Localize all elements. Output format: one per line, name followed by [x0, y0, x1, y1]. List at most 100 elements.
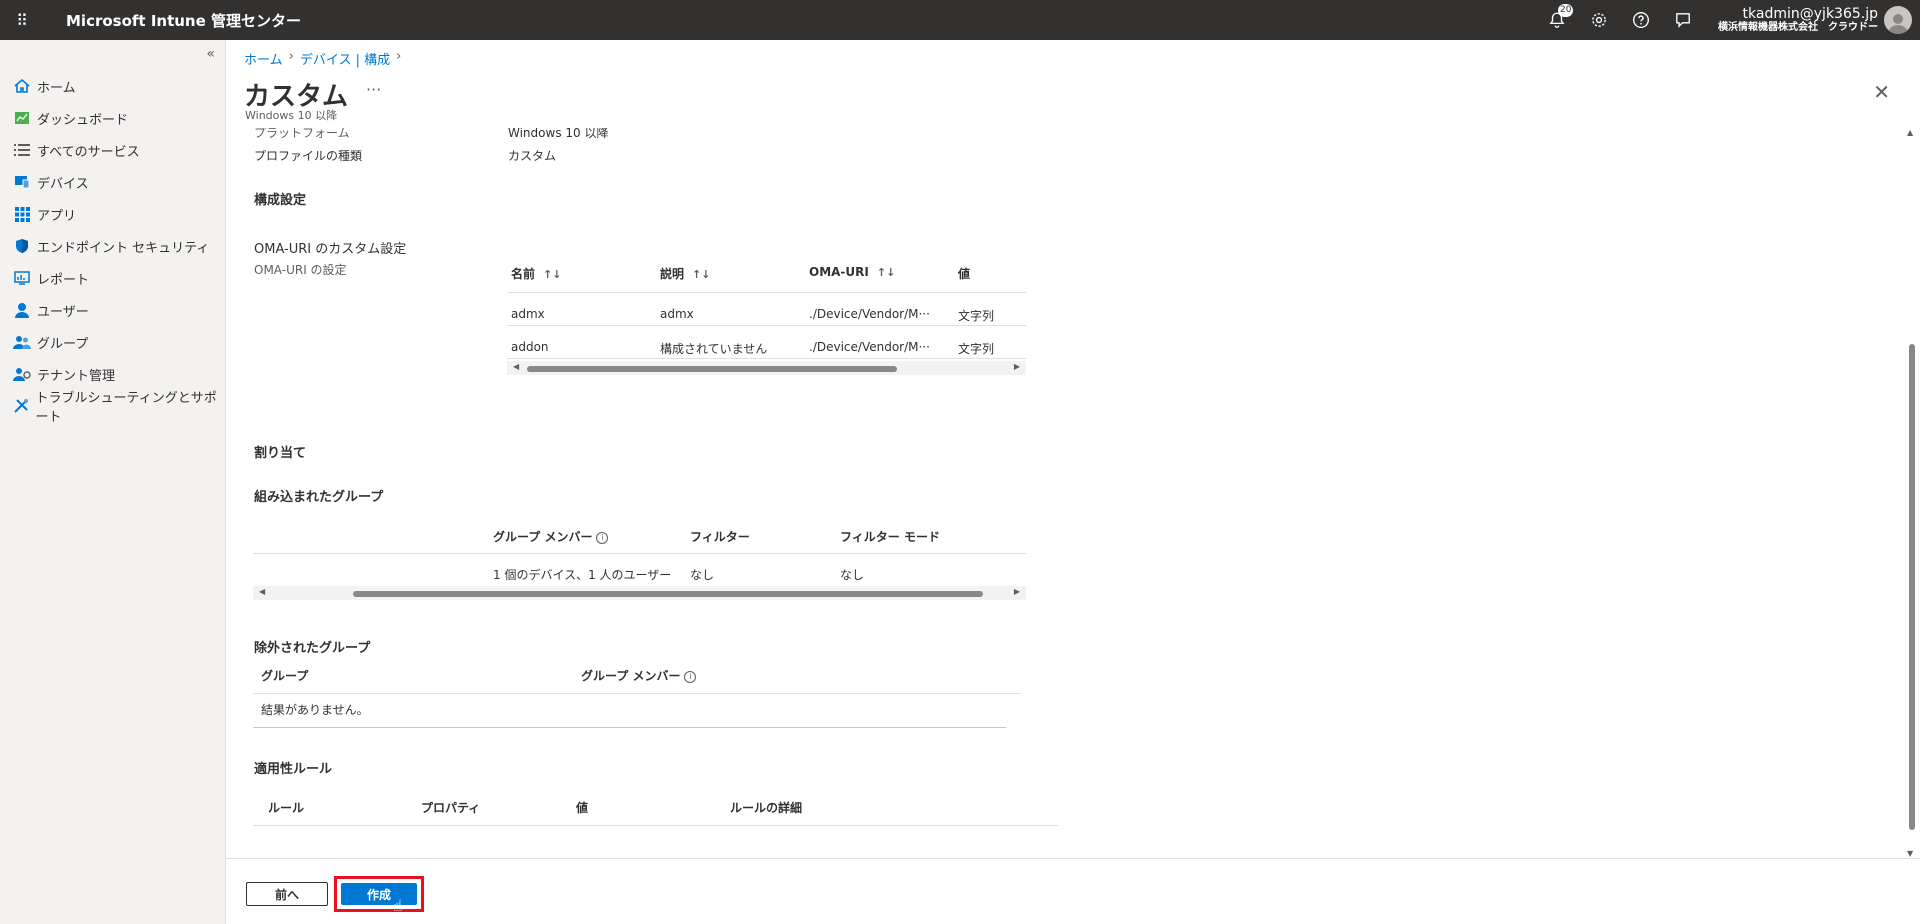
col-header-filter-mode: フィルター モード — [840, 530, 940, 544]
feedback-button[interactable] — [1662, 0, 1704, 40]
col-header-description[interactable]: 説明 ↑↓ — [660, 265, 710, 282]
oma-uri-heading: OMA-URI のカスタム設定 — [254, 242, 407, 257]
create-button-highlight: 作成 ☝ — [334, 876, 424, 915]
profile-type-value: カスタム — [508, 149, 557, 163]
col-header-group: グループ — [261, 669, 309, 683]
scroll-right-icon[interactable]: ▶ — [1014, 587, 1020, 596]
applicability-rules-heading: 適用性ルール — [254, 762, 333, 777]
assignments-heading: 割り当て — [254, 446, 307, 461]
col-header-oma-uri[interactable]: OMA-URI ↑↓ — [809, 265, 895, 279]
previous-button[interactable]: 前へ — [246, 882, 328, 906]
sidebar-item-home[interactable]: ホーム — [0, 70, 225, 102]
settings-button[interactable] — [1578, 0, 1620, 40]
included-groups-heading: 組み込まれたグループ — [254, 490, 384, 505]
oma-table-hscroll[interactable]: ◀ ▶ — [507, 361, 1026, 375]
group-icon — [13, 333, 31, 351]
scroll-thumb[interactable] — [527, 366, 897, 372]
review-content: プラットフォーム Windows 10 以降 プロファイルの種類 カスタム 構成… — [226, 128, 1900, 858]
sidebar-item-troubleshooting[interactable]: トラブルシューティングとサポート — [0, 390, 225, 425]
oma-row-2-description: 構成されていません — [660, 342, 768, 356]
col-header-property: プロパティ — [421, 801, 481, 815]
avatar[interactable] — [1884, 6, 1912, 34]
col-header-filter: フィルター — [690, 530, 750, 544]
included-group-members: 1 個のデバイス、1 人のユーザー — [493, 568, 672, 582]
col-header-excluded-members: グループ メンバー i — [581, 667, 697, 684]
list-icon — [13, 141, 31, 159]
col-header-value[interactable]: 値 — [958, 265, 970, 282]
scroll-left-icon[interactable]: ◀ — [513, 362, 519, 371]
breadcrumb-devices-config[interactable]: デバイス | 構成 — [300, 49, 390, 68]
sidebar-item-all-services[interactable]: すべてのサービス — [0, 134, 225, 166]
scroll-up-icon[interactable]: ▲ — [1907, 128, 1913, 137]
sidebar-item-apps[interactable]: アプリ — [0, 198, 225, 230]
row-divider — [507, 358, 1026, 359]
sidebar: « ホーム ダッシュボード すべてのサービス デバイス アプリ エンドポイント … — [0, 40, 226, 924]
close-button[interactable]: ✕ — [1873, 80, 1890, 104]
sidebar-item-label: エンドポイント セキュリティ — [37, 240, 210, 256]
sidebar-item-dashboard[interactable]: ダッシュボード — [0, 102, 225, 134]
account-org: 横浜情報機器株式会社 クラウドー — [1718, 22, 1878, 34]
col-header-group-members: グループ メンバー i — [493, 528, 609, 545]
col-header-rule: ルール — [268, 801, 305, 815]
create-button[interactable]: 作成 — [341, 883, 417, 905]
sidebar-item-endpoint-security[interactable]: エンドポイント セキュリティ — [0, 230, 225, 262]
notifications-button[interactable]: 20 — [1536, 0, 1578, 40]
collapse-sidebar-button[interactable]: « — [206, 46, 215, 62]
sort-icon: ↑↓ — [543, 268, 562, 281]
wizard-footer: 前へ 作成 ☝ — [226, 858, 1920, 924]
account-info[interactable]: tkadmin@yjk365.jp 横浜情報機器株式会社 クラウドー — [1718, 6, 1878, 34]
scroll-thumb[interactable] — [1909, 344, 1915, 830]
col-header-rule-details: ルールの詳細 — [730, 801, 803, 815]
col-header-name[interactable]: 名前 ↑↓ — [511, 265, 561, 282]
main-pane: ホーム › デバイス | 構成 › カスタム ··· Windows 10 以降… — [226, 40, 1920, 924]
gear-icon — [1592, 13, 1606, 27]
row-divider — [507, 292, 1026, 293]
row-divider — [253, 693, 1021, 694]
scroll-down-icon[interactable]: ▼ — [1907, 849, 1913, 858]
oma-uri-settings-label: OMA-URI の設定 — [254, 263, 347, 277]
help-button[interactable] — [1620, 0, 1662, 40]
included-filter: なし — [690, 568, 715, 582]
sort-icon: ↑↓ — [876, 266, 896, 279]
scroll-left-icon[interactable]: ◀ — [259, 587, 265, 596]
sidebar-item-label: ホーム — [37, 80, 76, 96]
oma-row-1-name: admx — [511, 307, 545, 321]
sidebar-item-tenant-admin[interactable]: テナント管理 — [0, 358, 225, 390]
sidebar-item-label: デバイス — [37, 176, 89, 192]
app-launcher-icon[interactable]: ⠿ — [0, 0, 44, 40]
user-icon — [13, 301, 31, 319]
top-bar: ⠿ Microsoft Intune 管理センター 20 tkadmin@yjk… — [0, 0, 1920, 40]
excluded-empty-message: 結果がありません。 — [261, 703, 369, 717]
content-vscroll[interactable]: ▲ ▼ — [1906, 128, 1918, 858]
scroll-right-icon[interactable]: ▶ — [1014, 362, 1020, 371]
included-table-hscroll[interactable]: ◀ ▶ — [253, 586, 1026, 600]
oma-row-2-uri: ./Device/Vendor/M··· — [809, 340, 930, 354]
row-divider — [253, 727, 1006, 728]
breadcrumb-home[interactable]: ホーム — [244, 49, 283, 68]
sidebar-item-devices[interactable]: デバイス — [0, 166, 225, 198]
info-icon[interactable]: i — [684, 670, 697, 683]
page-subtitle: Windows 10 以降 — [245, 109, 338, 122]
included-filter-mode: なし — [840, 568, 865, 582]
sidebar-item-reports[interactable]: レポート — [0, 262, 225, 294]
tenant-icon — [13, 365, 31, 383]
oma-row-2-value: 文字列 — [958, 342, 995, 356]
row-divider — [253, 553, 1026, 554]
account-name: tkadmin@yjk365.jp — [1742, 6, 1878, 23]
sidebar-item-users[interactable]: ユーザー — [0, 294, 225, 326]
sidebar-item-groups[interactable]: グループ — [0, 326, 225, 358]
platform-label: プラットフォーム — [254, 128, 350, 140]
profile-type-label: プロファイルの種類 — [254, 149, 363, 163]
scroll-thumb[interactable] — [353, 591, 983, 597]
col-header-rule-value: 値 — [576, 801, 589, 815]
app-title[interactable]: Microsoft Intune 管理センター — [66, 10, 301, 31]
sidebar-nav: ホーム ダッシュボード すべてのサービス デバイス アプリ エンドポイント セキ… — [0, 70, 225, 425]
sidebar-item-label: アプリ — [37, 208, 77, 224]
platform-value: Windows 10 以降 — [508, 128, 609, 140]
more-options-button[interactable]: ··· — [366, 80, 381, 99]
oma-row-1-value: 文字列 — [958, 309, 995, 323]
chevron-right-icon: › — [288, 49, 294, 64]
sidebar-item-label: グループ — [37, 336, 89, 352]
info-icon[interactable]: i — [596, 531, 609, 544]
row-divider — [507, 325, 1026, 326]
